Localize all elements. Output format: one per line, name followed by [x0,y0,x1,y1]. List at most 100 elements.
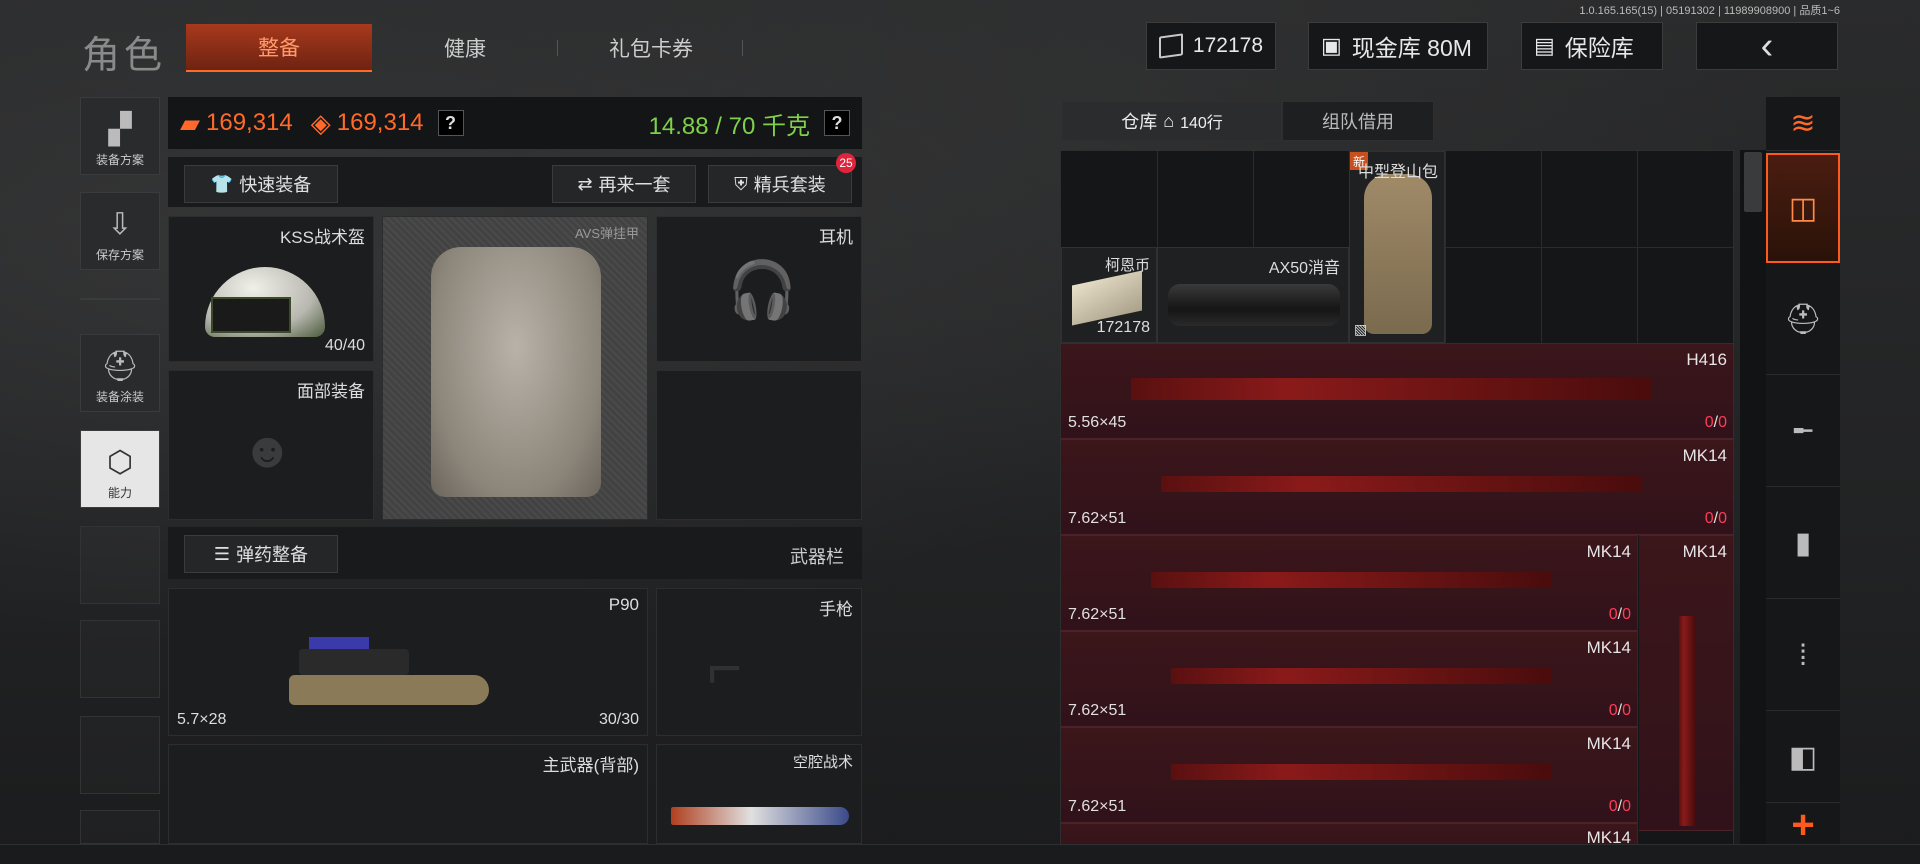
back-weapon-label: 主武器(背部) [542,756,639,775]
scope-icon[interactable]: ◧ [1766,713,1840,803]
backpack-value-icon: ◈ [310,107,331,138]
item-name: 柯恩币 [1104,257,1150,274]
inventory-row-mk14[interactable]: MK14 7.62×51 0/0 [1061,439,1733,535]
armor-icon: ▞ [108,113,132,146]
pistol-slot[interactable]: ⌐ 手枪 [656,588,862,736]
melee-slot[interactable]: 空腔战术 [656,744,862,844]
cash-vault-button[interactable]: ▣ 现金库 80M [1308,22,1488,70]
sidebar-item-skin[interactable]: ⛑ 装备涂装 [80,334,160,412]
equipment-stats-bar: ▰ 169,314 ◈ 169,314 ? 14.88 / 70 千克 ? [168,97,862,149]
face-label: 面部装备 [297,382,365,401]
weight-help-button[interactable]: ? [824,110,850,136]
ammo-icon[interactable]: ⁞ [1766,601,1840,711]
empty-sidebar-slot [80,526,160,604]
sidebar-item-label: 能力 [107,486,132,500]
loaded-count: 0 [1608,606,1618,623]
mk14-image [1171,764,1551,780]
helmet-slot[interactable]: KSS战术盔 40/40 [168,216,374,362]
gun-name: MK14 [1586,734,1631,753]
bottom-bar [0,844,1920,864]
chevron-left-icon: ‹ [1760,24,1774,67]
extra-slot[interactable] [656,370,862,520]
gun-ammo-count: 0/0 [1608,606,1631,623]
tab-health[interactable]: 健康 [372,24,558,72]
loaded-count: 0 [1608,702,1618,719]
tab-warehouse[interactable]: 仓库 ⌂ 140行 [1062,101,1282,141]
back-button[interactable]: ‹ [1696,22,1838,70]
inventory-item-mk14-vertical[interactable]: MK14 [1639,535,1733,831]
insurance-vault-button[interactable]: ▤ 保险库 [1521,22,1663,70]
backpack-value: 169,314 [336,109,424,136]
knife-image [671,807,849,825]
primary-weapon-caliber: 5.7×28 [177,711,227,728]
primary-weapon-slot[interactable]: P90 5.7×28 30/30 [168,588,648,736]
h416-image [1131,378,1651,400]
add-icon[interactable]: + [1766,803,1840,847]
inventory-row-mk14[interactable]: MK14 7.62×51 0/0 [1061,535,1637,631]
mask-icon: ☻ [241,422,294,478]
home-icon: ⌂ [1163,110,1175,131]
inventory-item-coin[interactable]: 柯恩币 172178 [1061,247,1157,343]
quick-equip-button[interactable]: 👕 快速装备 [184,165,338,203]
inventory-item-backpack[interactable]: 新 中型登山包 ▧ [1349,151,1445,343]
item-name: AX50消音 [1268,260,1340,277]
inventory-row-mk14[interactable]: MK14 7.62×51 0/0 [1061,727,1637,823]
mk14-image [1171,668,1551,684]
stack-all-icon[interactable]: ≋ [1766,97,1840,151]
ammo-equip-label: 弹药整备 [236,545,309,565]
inventory-row-mk14[interactable]: MK14 7.62×51 0/0 [1061,631,1637,727]
rifle-icon[interactable]: ╾ [1766,377,1840,487]
elite-set-button[interactable]: ⛨ 精兵套装 [708,165,852,203]
helmet-icon[interactable]: ⛑ [1766,265,1840,375]
backpack-image [1364,174,1432,334]
mk14-image [1679,616,1695,826]
vault-icon: ▣ [1321,33,1342,58]
sidebar-item-save-plan[interactable]: ⇩ 保存方案 [80,192,160,270]
suppressor-image [1168,284,1340,326]
elite-set-badge: 25 [836,153,856,173]
tab-team-borrow[interactable]: 组队借用 [1282,101,1434,141]
mk14-image [1151,572,1551,588]
weapon-section-bar: ☰ 弹药整备 武器栏 [168,527,862,579]
earphone-label: 耳机 [819,228,853,247]
stack-icon[interactable]: ◫ [1766,153,1840,263]
warehouse-scrollbar[interactable] [1740,150,1766,846]
earphone-slot[interactable]: 🎧 耳机 [656,216,862,362]
magazine-icon[interactable]: ▮ [1766,489,1840,599]
value-help-button[interactable]: ? [437,110,464,136]
quick-equip-label: 快速装备 [239,175,312,195]
empty-sidebar-slot [80,620,160,698]
page-title: 角色 [82,35,167,77]
melee-label: 空腔战术 [792,754,853,771]
sidebar-item-loadout-plan[interactable]: ▞ 装备方案 [80,97,160,175]
p90-top [299,649,409,675]
gun-caliber: 7.62×51 [1068,510,1127,527]
loaded-count: 0 [1704,510,1714,527]
filter-column: ≋ ◫ ⛑ ╾ ▮ ⁞ ◧ + [1766,97,1840,847]
empty-sidebar-slot [80,716,160,794]
warehouse-rows: 140行 [1180,115,1223,132]
gun-ammo-count: 0/0 [1608,702,1631,719]
back-weapon-slot[interactable]: 主武器(背部) [168,744,648,844]
inventory-row-mk14[interactable]: MK14 [1061,823,1637,845]
primary-weapon-name: P90 [608,595,639,614]
inventory-row-h416[interactable]: H416 5.56×45 0/0 [1061,343,1733,439]
ammo-equip-button[interactable]: ☰ 弹药整备 [184,535,338,573]
face-slot[interactable]: ☻ 面部装备 [168,370,374,520]
tab-equipment[interactable]: 整备 [186,24,372,72]
elite-set-label: 精兵套装 [753,175,826,195]
inventory-item-suppressor[interactable]: AX50消音 [1157,247,1349,343]
vest-slot[interactable]: AVS弹挂甲 [382,216,648,520]
download-icon: ⇩ [107,208,133,241]
refresh-icon: ⇄ [577,173,593,194]
helmet-visor [211,297,291,333]
sidebar-item-label: 装备方案 [95,153,144,167]
warehouse-scroll-thumb[interactable] [1744,152,1762,212]
tab-gift-coupons[interactable]: 礼包卡券 [558,24,744,72]
reroll-button[interactable]: ⇄ 再来一套 [552,165,696,203]
vest-image [431,247,601,497]
capacity-count: 0 [1718,414,1727,431]
gun-name: MK14 [1586,638,1631,657]
sidebar-item-ability[interactable]: ⬡ 能力 [80,430,160,508]
pistol-label: 手枪 [819,600,853,619]
